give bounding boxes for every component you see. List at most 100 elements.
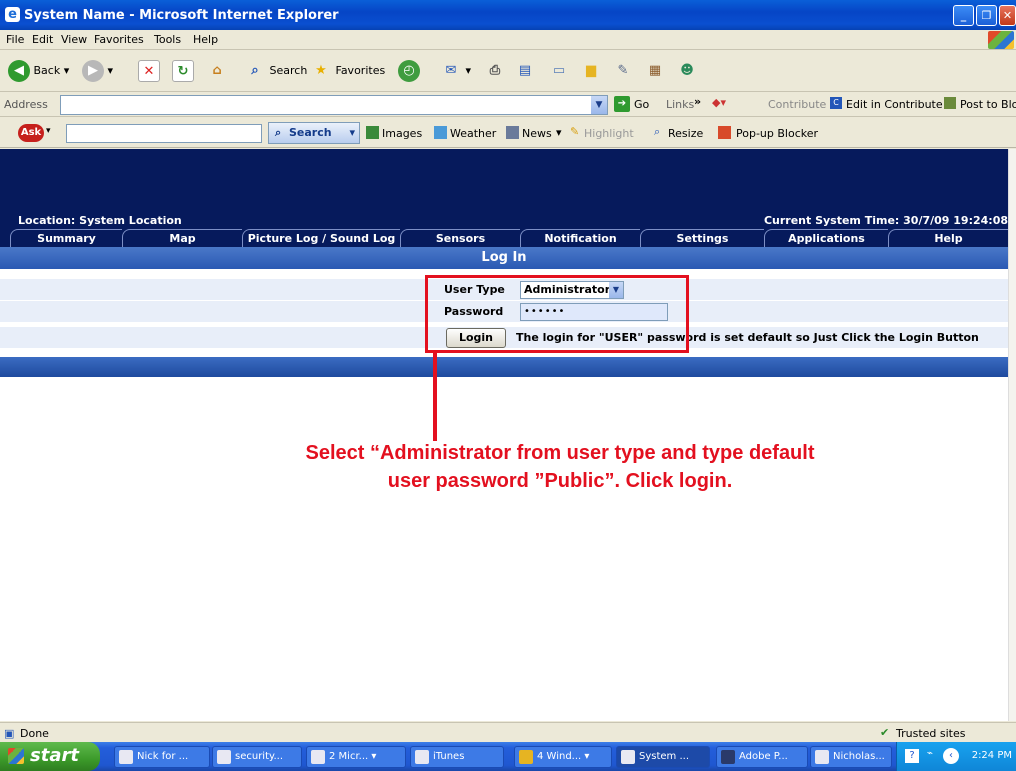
tab-summary[interactable]: Summary (10, 229, 122, 247)
resize-button[interactable]: Resize (668, 127, 703, 140)
header-banner: Location: System Location Current System… (0, 149, 1008, 229)
tab-help[interactable]: Help (888, 229, 1008, 247)
back-label: Back (33, 64, 61, 77)
ie-icon (621, 750, 635, 764)
ask-logo-icon[interactable]: Ask (18, 124, 44, 142)
taskbar-item[interactable]: Nicholas... (810, 746, 892, 768)
popup-blocker-button[interactable]: Pop-up Blocker (736, 127, 818, 140)
taskbar-item[interactable]: Nick for ... (114, 746, 210, 768)
history-button[interactable]: ◴ (398, 57, 420, 85)
go-arrow-icon[interactable]: ➔ (614, 96, 630, 112)
favorites-button[interactable]: ★ Favorites (310, 57, 385, 85)
taskbar-item[interactable]: 4 Wind... ▾ (514, 746, 612, 768)
messenger-people-button[interactable]: ☻ (676, 57, 698, 85)
menu-view[interactable]: View (61, 33, 87, 46)
task-icon (217, 750, 231, 764)
callout-line (433, 353, 437, 441)
taskbar-item[interactable]: iTunes (410, 746, 504, 768)
address-dropdown-icon[interactable]: ▼ (591, 96, 607, 114)
highlight-icon: ✎ (570, 125, 580, 138)
menu-file[interactable]: File (6, 33, 24, 46)
taskbar-item[interactable]: 2 Micr... ▾ (306, 746, 406, 768)
stop-button[interactable]: ✕ (138, 57, 160, 85)
refresh-button[interactable]: ↻ (172, 57, 194, 85)
weather-button[interactable]: Weather (450, 127, 496, 140)
tab-settings[interactable]: Settings (640, 229, 764, 247)
status-done: Done (20, 727, 49, 740)
ask-dropdown-icon[interactable]: ▾ (46, 126, 51, 136)
forward-arrow-icon: ▶ (82, 60, 104, 82)
menu-edit[interactable]: Edit (32, 33, 53, 46)
taskbar-item-active[interactable]: System ... (616, 746, 710, 768)
search-icon: ⌕ (251, 63, 259, 78)
images-icon (366, 126, 379, 139)
post-to-blog-button[interactable]: Post to Blog (960, 98, 1016, 111)
forward-button[interactable]: ▶ ▾ (82, 57, 113, 85)
task-icon (815, 750, 829, 764)
contribute-icon[interactable]: ◆▾ (712, 96, 726, 109)
folder-button[interactable]: ▆ (580, 57, 602, 85)
folder-icon (519, 750, 533, 764)
tool-button[interactable]: ▦ (644, 57, 666, 85)
news-button[interactable]: News (522, 127, 552, 140)
mail-icon: ✉ (445, 63, 457, 78)
search-dropdown-icon: ▾ (349, 126, 355, 139)
maximize-button[interactable]: ❐ (976, 5, 997, 26)
trusted-check-icon: ✔ (880, 726, 890, 739)
contribute-button[interactable]: Contribute (768, 98, 826, 111)
tab-applications[interactable]: Applications (764, 229, 888, 247)
discuss-button[interactable]: ▭ (548, 57, 570, 85)
task-icon (415, 750, 429, 764)
post-blog-icon (944, 97, 956, 109)
menu-favorites[interactable]: Favorites (94, 33, 144, 46)
tab-notification[interactable]: Notification (520, 229, 640, 247)
ask-toolbar: Ask ▾ ⌕ Search ▾ Images Weather News ▾ ✎ H… (0, 118, 1016, 148)
edit-contribute-icon: C (830, 97, 842, 109)
search-button[interactable]: ⌕ Search (244, 57, 307, 85)
links-chevron-icon[interactable]: » (694, 95, 701, 108)
vertical-scrollbar[interactable] (1008, 149, 1016, 721)
status-bar: ▣ Done ✔ Trusted sites (0, 722, 1016, 742)
links-button[interactable]: Links (666, 98, 694, 111)
highlight-button[interactable]: Highlight (584, 127, 634, 140)
news-dropdown-icon[interactable]: ▾ (556, 126, 562, 139)
research-icon: ▤ (518, 63, 532, 78)
images-button[interactable]: Images (382, 127, 422, 140)
highlight-box (425, 275, 689, 353)
go-button[interactable]: Go (634, 98, 649, 111)
minimize-button[interactable]: _ (953, 5, 974, 26)
title-bar[interactable]: e System Name - Microsoft Internet Explo… (0, 0, 1016, 30)
edit-in-contribute-button[interactable]: Edit in Contribute (846, 98, 943, 111)
help-icon[interactable]: ? (905, 749, 919, 763)
menu-bar: File Edit View Favorites Tools Help (0, 30, 1016, 50)
address-input[interactable]: ▼ (60, 95, 608, 115)
instruction-annotation: Select “Administrator from user type and… (160, 439, 960, 495)
stop-icon: ✕ (138, 60, 160, 82)
close-button[interactable]: ✕ (999, 5, 1016, 26)
menu-tools[interactable]: Tools (154, 33, 181, 46)
annotation-line-1: Select “Administrator from user type and… (305, 442, 815, 464)
taskbar-item[interactable]: security... (212, 746, 302, 768)
browser-window: e System Name - Microsoft Internet Explo… (0, 0, 1016, 771)
network-icon[interactable]: ⌁ (927, 748, 933, 759)
tab-picture-log[interactable]: Picture Log / Sound Log (242, 229, 400, 247)
mail-button[interactable]: ✉ ▾ (440, 57, 471, 85)
ask-search-button[interactable]: ⌕ Search ▾ (268, 122, 360, 144)
menu-help[interactable]: Help (193, 33, 218, 46)
clock: 2:24 PM (971, 750, 1012, 761)
research-button[interactable]: ▤ (514, 57, 536, 85)
taskbar-item[interactable]: Adobe P... (716, 746, 808, 768)
tab-map[interactable]: Map (122, 229, 242, 247)
refresh-icon: ↻ (172, 60, 194, 82)
tab-sensors[interactable]: Sensors (400, 229, 520, 247)
search-label: Search (269, 64, 308, 77)
ask-search-input[interactable] (66, 124, 262, 143)
messenger-button[interactable]: ✎ (612, 57, 634, 85)
start-button[interactable]: start (0, 742, 100, 771)
tray-expand-icon[interactable]: ‹ (943, 748, 959, 764)
back-button[interactable]: ◀ Back ▾ (8, 57, 69, 85)
print-button[interactable]: ⎙ (484, 57, 506, 85)
page-done-icon: ▣ (4, 727, 15, 740)
photoshop-icon (721, 750, 735, 764)
home-button[interactable]: ⌂ (206, 57, 228, 85)
